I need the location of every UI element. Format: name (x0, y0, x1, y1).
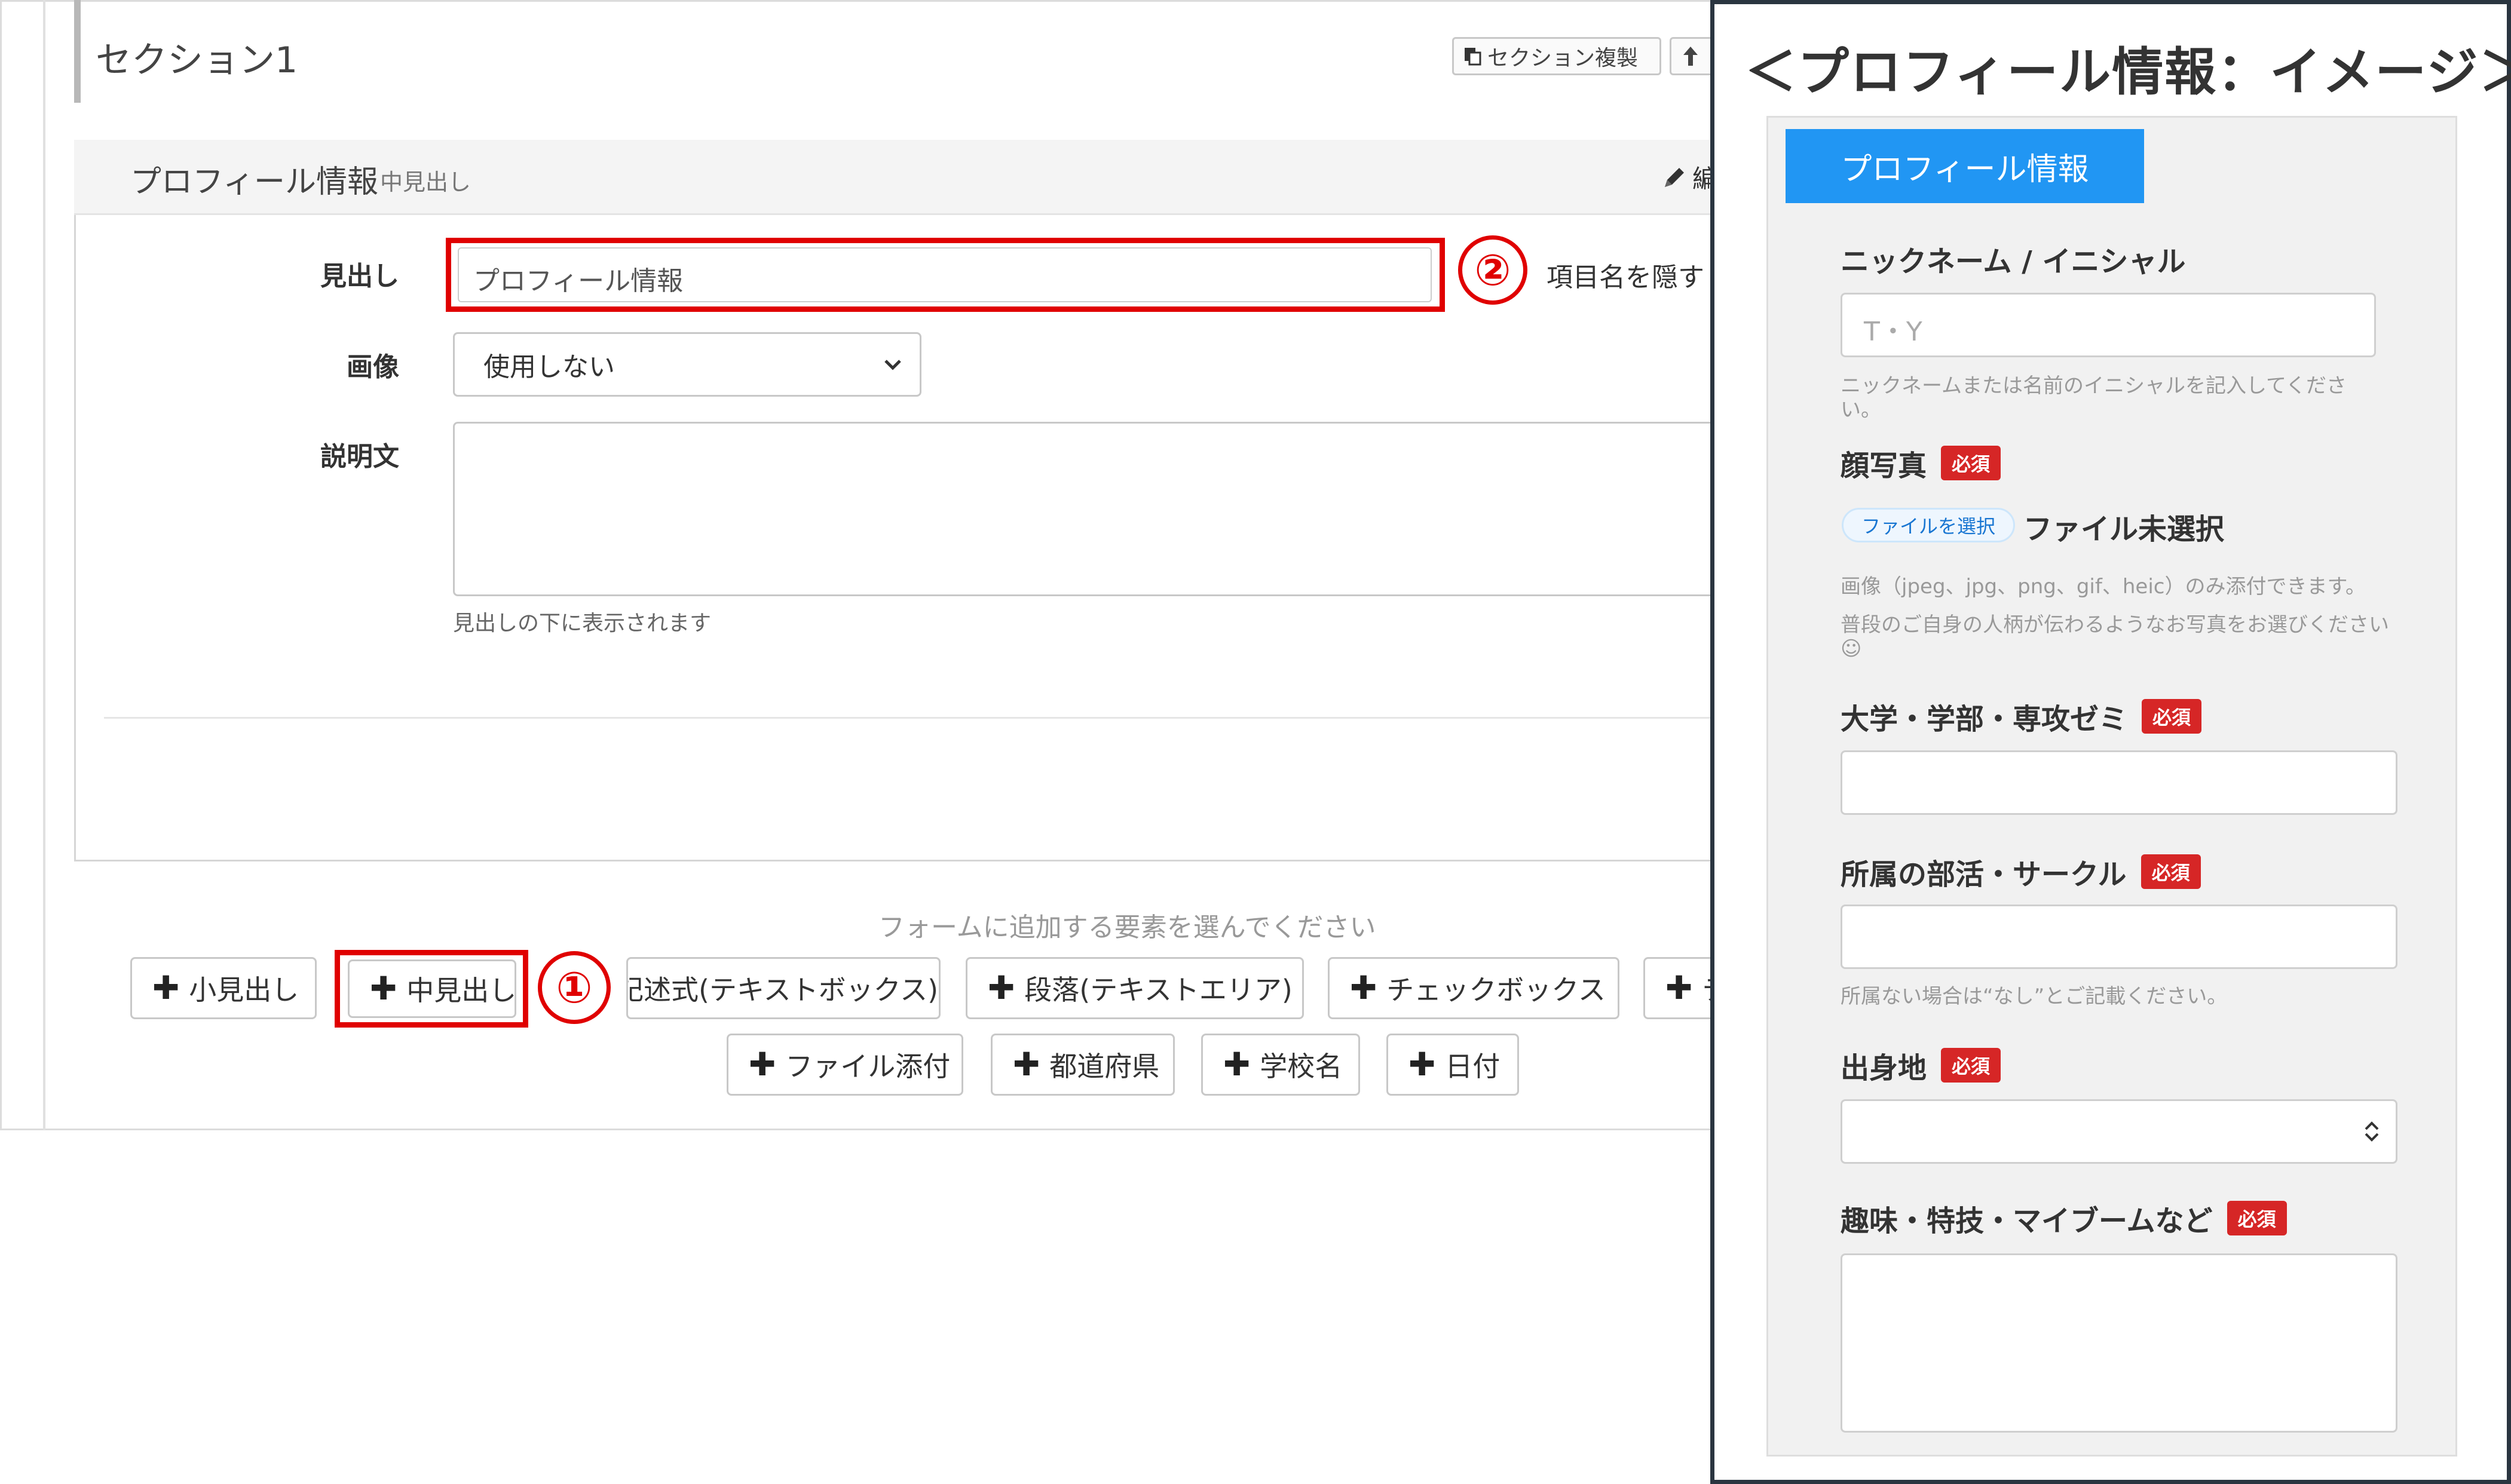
club-label: 所属の部活・サークル 必須 (1841, 851, 2201, 893)
university-input[interactable] (1841, 750, 2397, 815)
add-element-prompt: フォームに追加する要素を選んでください (878, 912, 1376, 943)
hobby-textarea[interactable] (1841, 1253, 2397, 1433)
add-file-attachment-button[interactable]: ✚ ファイル添付 (727, 1034, 963, 1096)
add-prefecture-button[interactable]: ✚ 都道府県 (991, 1034, 1175, 1096)
nickname-label-text: ニックネーム / イニシャル (1841, 245, 2186, 278)
hobby-label-text: 趣味・特技・マイブームなど (1841, 1204, 2213, 1238)
card-title: プロフィール情報 (130, 164, 378, 200)
photo-label: 顔写真 必須 (1841, 442, 2001, 484)
plus-icon: ✚ (1350, 969, 1377, 1007)
heading-input[interactable]: プロフィール情報 (458, 247, 1432, 302)
add-file-attachment-label: ファイル添付 (785, 1050, 951, 1083)
hobby-label: 趣味・特技・マイブームなど 必須 (1841, 1197, 2287, 1239)
select-arrows-icon (2363, 1120, 2380, 1143)
add-textbox-label: 記述式(テキストボックス) (626, 974, 939, 1006)
duplicate-section-label: セクション複製 (1487, 46, 1639, 70)
image-field-label: 画像 (347, 352, 399, 382)
add-school-name-button[interactable]: ✚ 学校名 (1201, 1034, 1360, 1096)
description-help-text: 見出しの下に表示されます (453, 611, 712, 636)
preview-section-heading: プロフィール情報 (1786, 129, 2144, 203)
required-badge: 必須 (2227, 1201, 2287, 1235)
arrow-up-icon (1682, 45, 1699, 67)
nickname-input[interactable]: T・Y (1841, 293, 2376, 357)
description-textarea[interactable] (453, 422, 1768, 596)
plus-icon: ✚ (749, 1045, 776, 1083)
preview-title: ＜プロフィール情報：イメージ＞ (1745, 42, 2511, 102)
add-date-button[interactable]: ✚ 日付 (1386, 1034, 1519, 1096)
hometown-label: 出身地 必須 (1841, 1044, 2001, 1086)
add-textbox-button[interactable]: 記述式(テキストボックス) (626, 957, 941, 1019)
step-1-marker: ① (538, 951, 611, 1024)
add-textarea-button[interactable]: ✚ 段落(テキストエリア) (966, 957, 1304, 1019)
add-medium-heading-button[interactable]: ✚ 中見出し (348, 959, 516, 1018)
plus-icon: ✚ (1013, 1045, 1040, 1083)
hometown-label-text: 出身地 (1841, 1051, 1927, 1085)
file-status-text: ファイル未選択 (2023, 513, 2225, 546)
hometown-select[interactable] (1841, 1099, 2397, 1164)
pencil-icon (1661, 164, 1688, 191)
add-date-label: 日付 (1445, 1050, 1501, 1083)
required-badge: 必須 (1941, 446, 2001, 480)
club-label-text: 所属の部活・サークル (1841, 858, 2127, 891)
plus-icon: ✚ (1223, 1045, 1251, 1083)
image-select-value: 使用しない (483, 352, 615, 382)
add-medium-heading-label: 中見出し (406, 974, 516, 1007)
copy-icon (1463, 47, 1481, 66)
plus-icon: ✚ (152, 969, 180, 1007)
chevron-down-icon (884, 358, 902, 370)
choose-file-button[interactable]: ファイルを選択 (1842, 508, 2015, 542)
hide-item-name-toggle[interactable]: 項目名を隠す (1547, 256, 1704, 294)
required-badge: 必須 (2142, 699, 2202, 734)
plus-icon: ✚ (1665, 969, 1693, 1007)
plus-icon: ✚ (370, 970, 397, 1007)
photo-help-advice: 普段のご自身の人柄が伝わるようなお写真をお選びください☺ (1841, 613, 2389, 661)
duplicate-section-button[interactable]: セクション複製 (1452, 37, 1661, 75)
add-school-name-label: 学校名 (1260, 1050, 1343, 1083)
editor-left-rule (43, 0, 45, 1130)
nickname-help-text: ニックネームまたは名前のイニシャルを記入してください。 (1841, 374, 2347, 422)
section-title: セクション1 (96, 39, 298, 81)
description-field-label: 説明文 (320, 441, 399, 472)
club-help-text: 所属ない場合は“なし”とご記載ください。 (1841, 985, 2228, 1008)
photo-label-text: 顔写真 (1841, 449, 1927, 483)
add-checkbox-button[interactable]: ✚ チェックボックス (1328, 957, 1619, 1019)
nickname-label: ニックネーム / イニシャル (1841, 238, 2186, 280)
plus-icon: ✚ (1408, 1045, 1436, 1083)
heading-field-label: 見出し (320, 261, 399, 292)
add-checkbox-label: チェックボックス (1386, 974, 1606, 1006)
edit-button[interactable]: 編 (1661, 159, 1717, 195)
university-label: 大学・学部・専攻ゼミ 必須 (1841, 695, 2202, 737)
section-accent-bar (74, 0, 81, 103)
required-badge: 必須 (1941, 1048, 2001, 1083)
card-type-label: 中見出し (380, 169, 471, 195)
club-input[interactable] (1841, 904, 2397, 969)
step-2-marker: ② (1458, 235, 1527, 305)
add-prefecture-label: 都道府県 (1049, 1050, 1160, 1083)
university-label-text: 大学・学部・専攻ゼミ (1841, 703, 2128, 736)
add-small-heading-button[interactable]: ✚ 小見出し (130, 957, 317, 1019)
add-textarea-label: 段落(テキストエリア) (1024, 974, 1293, 1006)
required-badge: 必須 (2141, 854, 2201, 889)
image-select[interactable]: 使用しない (453, 332, 921, 397)
photo-help-formats: 画像（jpeg、jpg、png、gif、heic）のみ添付できます。 (1841, 575, 2366, 599)
card-divider (104, 717, 1735, 719)
plus-icon: ✚ (988, 969, 1015, 1007)
add-small-heading-label: 小見出し (189, 974, 299, 1006)
